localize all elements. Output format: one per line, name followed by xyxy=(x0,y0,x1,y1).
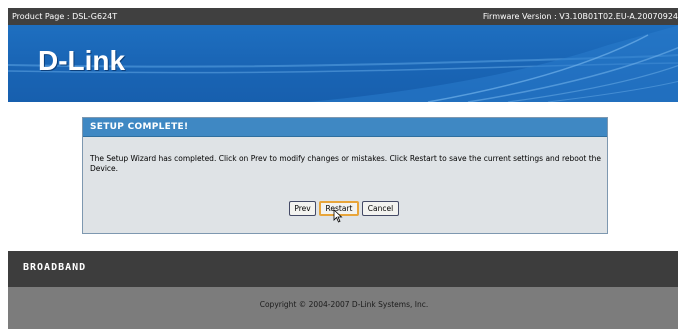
button-row: Prev Restart Cancel xyxy=(83,201,607,223)
broadband-label: BROADBAND xyxy=(23,262,87,273)
firmware-version-label: Firmware Version : V3.10B01T02.EU-A.2007… xyxy=(482,12,678,21)
product-page-label: Product Page : DSL-G624T xyxy=(12,12,118,21)
setup-message: The Setup Wizard has completed. Click on… xyxy=(90,154,602,173)
dlink-logo: D-Link xyxy=(38,45,126,76)
header-banner: D-Link xyxy=(8,25,678,102)
panel-title: SETUP COMPLETE! xyxy=(83,118,607,137)
setup-complete-panel: SETUP COMPLETE! The Setup Wizard has com… xyxy=(82,117,608,234)
broadband-strip: BROADBAND xyxy=(8,251,678,287)
top-info-bar: Product Page : DSL-G624T Firmware Versio… xyxy=(8,8,678,25)
prev-button[interactable]: Prev xyxy=(289,201,316,216)
mouse-pointer-icon xyxy=(333,209,343,223)
router-setup-page: Product Page : DSL-G624T Firmware Versio… xyxy=(0,0,678,329)
footer: Copyright © 2004-2007 D-Link Systems, In… xyxy=(8,287,678,329)
cancel-button[interactable]: Cancel xyxy=(362,201,399,216)
copyright-text: Copyright © 2004-2007 D-Link Systems, In… xyxy=(259,300,429,309)
